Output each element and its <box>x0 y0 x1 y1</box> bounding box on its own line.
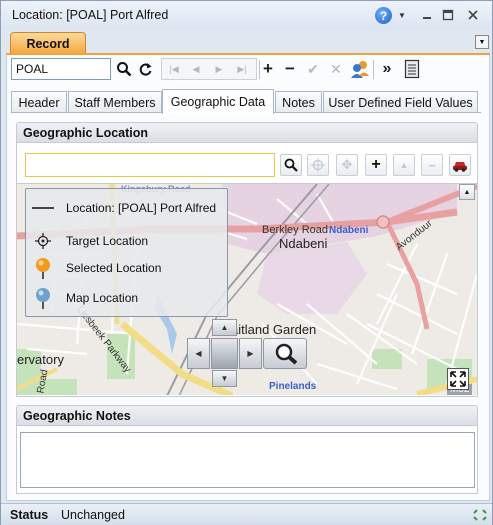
legend-item-selected: Selected Location <box>32 258 162 279</box>
maximize-icon[interactable] <box>440 7 456 23</box>
previous-icon[interactable]: ◀ <box>186 58 206 80</box>
boundary-line-icon <box>32 198 54 218</box>
minimize-icon[interactable] <box>419 7 435 23</box>
map-label-maitland-garden: aitland Garden <box>231 322 317 337</box>
legend-item-boundary: Location: [POAL] Port Alfred <box>32 198 216 218</box>
collapse-chevron-icon[interactable]: ▼ <box>475 35 489 49</box>
legend-item-target: Target Location <box>32 231 148 251</box>
record-code-input[interactable]: POAL <box>11 58 111 80</box>
zoom-magnifier-icon[interactable] <box>263 338 307 369</box>
tab-geographic-data-label: Geographic Data <box>170 95 266 109</box>
next-icon[interactable]: ▶ <box>209 58 229 80</box>
users-icon[interactable] <box>350 58 370 80</box>
notes-icon[interactable] <box>402 58 422 80</box>
add-icon[interactable]: + <box>365 154 387 176</box>
remove-icon[interactable]: − <box>280 58 300 80</box>
map-label-ndabeni-station: Ndabeni <box>329 225 369 236</box>
last-icon[interactable]: ▶| <box>232 58 252 80</box>
move-icon[interactable]: ✥ <box>336 154 358 176</box>
map-label-ndabeni: Ndabeni <box>279 236 328 251</box>
location-search-input[interactable] <box>25 153 275 177</box>
map-legend: Location: [POAL] Port Alfred Target Loca… <box>25 188 228 317</box>
map-label-pinelands: Pinelands <box>269 381 317 392</box>
pan-down-icon[interactable]: ▼ <box>212 370 237 387</box>
orange-pin-icon <box>32 258 54 279</box>
location-window: Location: [POAL] Port Alfred ? ▼ Record … <box>0 0 493 525</box>
record-tabs: Header Staff Members Geographic Data Not… <box>11 89 481 114</box>
search-icon[interactable] <box>280 154 302 176</box>
first-icon[interactable]: |◀ <box>164 58 184 80</box>
car-icon[interactable] <box>449 154 471 176</box>
tab-geographic-data[interactable]: Geographic Data <box>162 89 274 114</box>
up-icon[interactable]: ▲ <box>393 154 415 176</box>
blue-pin-icon <box>32 288 54 309</box>
tab-notes[interactable]: Notes <box>275 91 322 113</box>
dropdown-caret-icon[interactable]: ▼ <box>394 7 410 23</box>
geographic-notes-textarea[interactable] <box>20 432 475 488</box>
help-icon[interactable]: ? <box>375 7 392 24</box>
resize-grip-icon[interactable] <box>472 508 488 522</box>
window-title: Location: [POAL] Port Alfred <box>12 8 169 22</box>
record-tab-label: Record <box>26 36 70 51</box>
status-value: Unchanged <box>61 508 125 522</box>
geographic-notes-header: Geographic Notes <box>16 405 478 426</box>
tab-staff-members[interactable]: Staff Members <box>68 91 162 113</box>
status-bar: Status Unchanged <box>1 503 492 525</box>
tab-notes-label: Notes <box>282 95 315 110</box>
map-fullscreen-icon[interactable] <box>447 368 469 390</box>
close-icon[interactable] <box>465 7 481 23</box>
legend-selected-label: Selected Location <box>66 261 162 275</box>
pan-right-icon[interactable]: ▶ <box>239 338 262 369</box>
refresh-icon[interactable] <box>136 58 156 80</box>
legend-map-label: Map Location <box>66 291 139 305</box>
minus-icon[interactable]: − <box>421 154 443 176</box>
status-label: Status <box>10 508 49 522</box>
legend-target-label: Target Location <box>66 234 149 248</box>
tab-header[interactable]: Header <box>11 91 67 113</box>
map-label-berkley-road: Berkley Road <box>262 224 329 236</box>
geographic-notes-title: Geographic Notes <box>23 409 131 423</box>
title-bar[interactable]: Location: [POAL] Port Alfred ? ▼ <box>1 1 492 29</box>
tab-header-label: Header <box>18 95 60 110</box>
confirm-icon[interactable]: ✔ <box>303 58 323 80</box>
pan-center-icon[interactable] <box>211 338 238 369</box>
record-tab[interactable]: Record <box>10 32 86 54</box>
pan-up-icon[interactable]: ▲ <box>212 319 237 336</box>
crosshair-icon <box>32 231 54 251</box>
tab-staff-members-label: Staff Members <box>74 95 156 110</box>
map-scroll-up-icon[interactable]: ▲ <box>459 184 475 200</box>
legend-item-map: Map Location <box>32 288 139 309</box>
cancel-icon[interactable]: ✕ <box>326 58 346 80</box>
map-label-observatory: ervatory <box>17 352 64 367</box>
legend-boundary-label: Location: [POAL] Port Alfred <box>66 201 217 215</box>
tab-user-defined-fields-label: User Defined Field Values <box>328 95 473 110</box>
pan-left-icon[interactable]: ◀ <box>187 338 210 369</box>
more-icon[interactable]: » <box>377 58 397 80</box>
search-icon[interactable] <box>114 58 134 80</box>
toolbar-separator <box>373 60 374 79</box>
target-icon[interactable] <box>307 154 329 176</box>
tab-user-defined-fields[interactable]: User Defined Field Values <box>323 91 478 113</box>
add-icon[interactable]: + <box>258 58 278 80</box>
geographic-location-header: Geographic Location <box>16 122 478 143</box>
geographic-location-title: Geographic Location <box>23 126 149 140</box>
record-toolbar: POAL |◀ ◀ ▶ ▶| + − ✔ ✕ » <box>11 58 481 84</box>
